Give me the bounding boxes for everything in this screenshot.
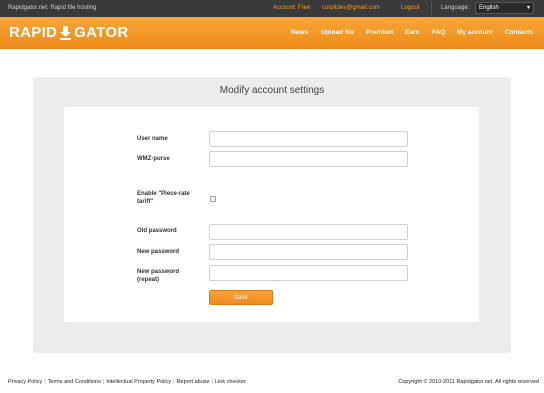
old-password-label: Old password	[137, 228, 177, 234]
language-select[interactable]: English ▾	[475, 2, 534, 14]
user-name-input[interactable]	[209, 131, 408, 147]
download-arrow-icon	[59, 25, 72, 41]
footer-link-report-abuse[interactable]: Report abuse	[177, 379, 210, 385]
piece-rate-label: Enable "Piece-rate tariff"	[137, 190, 190, 206]
wmz-purse-label: WMZ-purse	[137, 156, 170, 162]
chevron-down-icon: ▾	[526, 5, 530, 11]
site-tagline: Rapidgator.net: Rapid file hosting	[8, 5, 97, 11]
footer-link-ip-policy[interactable]: Intellectual Property Policy	[106, 379, 171, 385]
language-value: English	[479, 5, 499, 11]
wmz-purse-input[interactable]	[209, 151, 408, 167]
nav-upload-file[interactable]: Upload file	[321, 29, 354, 36]
site-logo[interactable]: RAPID GATOR	[9, 24, 128, 41]
piece-rate-checkbox[interactable]	[210, 196, 216, 202]
copyright-text: Copyright © 2010-2011 Rapidgator.net. Al…	[398, 379, 539, 385]
new-password-label: New password	[137, 249, 180, 255]
footer-link-privacy[interactable]: Privacy Policy	[8, 379, 42, 385]
page-title: Modify account settings	[219, 85, 325, 96]
footer-link-terms[interactable]: Terms and Conditions	[48, 379, 101, 385]
save-button[interactable]: Save	[209, 290, 273, 305]
language-label: Language:	[441, 5, 470, 11]
new-password-repeat-label: New password (repeat)	[137, 268, 179, 284]
logo-text-left: RAPID	[9, 24, 58, 41]
footer-link-link-checker[interactable]: Link checker	[215, 379, 246, 385]
site-header: RAPID GATOR News Upload file Premium Ear…	[0, 17, 544, 49]
nav-faq[interactable]: FAQ	[432, 29, 445, 36]
new-password-input[interactable]	[209, 244, 408, 260]
footer-links: Privacy Policy | Terms and Conditions | Inte…	[8, 379, 246, 385]
account-email-link[interactable]: corpitdev@gmail.com	[322, 5, 380, 11]
logout-link[interactable]: Logout	[401, 5, 419, 11]
nav-contacts[interactable]: Contacts	[505, 29, 533, 36]
divider	[431, 2, 432, 15]
nav-my-account[interactable]: My account	[457, 29, 493, 36]
nav-premium[interactable]: Premium	[366, 29, 394, 36]
new-password-repeat-line2: (repeat)	[137, 277, 160, 283]
logo-text-right: GATOR	[74, 24, 129, 41]
settings-form: User name WMZ-purse Enable "Piece-rate t…	[64, 107, 479, 322]
new-password-repeat-input[interactable]	[209, 265, 408, 281]
old-password-input[interactable]	[209, 224, 408, 240]
new-password-repeat-line1: New password	[137, 269, 180, 275]
nav-earn[interactable]: Earn	[405, 29, 419, 36]
settings-panel: Modify account settings User name WMZ-pu…	[33, 77, 511, 353]
account-type-link[interactable]: Account: Free	[273, 5, 310, 11]
user-name-label: User name	[137, 136, 168, 142]
piece-rate-label-line2: tariff"	[137, 199, 154, 205]
piece-rate-label-line1: Enable "Piece-rate	[137, 191, 190, 197]
nav-news[interactable]: News	[291, 29, 308, 36]
top-bar: Rapidgator.net: Rapid file hosting Accou…	[0, 0, 544, 17]
